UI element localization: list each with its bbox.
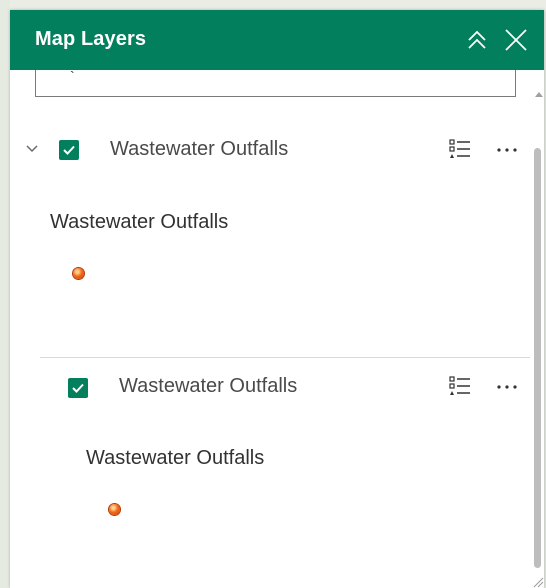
expand-layer-toggle[interactable] xyxy=(24,140,40,156)
resize-handle[interactable] xyxy=(530,574,544,588)
vertical-scrollbar[interactable] xyxy=(532,70,544,588)
more-horizontal-icon xyxy=(497,385,517,389)
layer-search-input[interactable]: ` xyxy=(35,70,516,97)
legend-label: Wastewater Outfalls xyxy=(50,211,229,233)
layer-row[interactable]: Wastewater Outfalls xyxy=(10,128,530,168)
resize-grip-icon xyxy=(533,577,544,588)
legend-label: Wastewater Outfalls xyxy=(86,447,265,469)
layer-row[interactable]: Wastewater Outfalls xyxy=(10,365,530,405)
close-icon xyxy=(505,29,527,51)
collapse-panel-button[interactable] xyxy=(463,26,491,54)
more-horizontal-icon xyxy=(497,148,517,152)
legend-list-icon xyxy=(449,139,470,158)
scrollbar-thumb[interactable] xyxy=(534,148,541,568)
map-layers-panel: Map Layers ` Wastewater Outfalls Wastewa… xyxy=(10,10,544,588)
show-legend-button[interactable] xyxy=(447,373,473,399)
chevron-down-icon xyxy=(26,145,38,153)
layer-more-options-button[interactable] xyxy=(494,373,520,399)
layer-title: Wastewater Outfalls xyxy=(119,375,298,397)
double-chevron-up-icon xyxy=(468,30,486,49)
search-input-value: ` xyxy=(70,70,75,84)
panel-title: Map Layers xyxy=(35,28,147,50)
layer-visibility-checkbox[interactable] xyxy=(59,140,79,160)
layer-more-options-button[interactable] xyxy=(494,136,520,162)
show-legend-button[interactable] xyxy=(447,136,473,162)
panel-header: Map Layers xyxy=(10,10,544,70)
layer-title: Wastewater Outfalls xyxy=(110,138,289,160)
layer-divider xyxy=(40,357,530,358)
layer-list: ` Wastewater Outfalls Wastewater Outfall… xyxy=(10,70,544,588)
layer-visibility-checkbox[interactable] xyxy=(68,378,88,398)
close-panel-button[interactable] xyxy=(502,26,530,54)
legend-list-icon xyxy=(449,376,470,395)
checkmark-icon xyxy=(72,383,84,393)
legend-point-symbol xyxy=(73,268,84,279)
legend-point-symbol xyxy=(109,504,120,515)
scroll-up-arrow[interactable] xyxy=(535,92,543,97)
checkmark-icon xyxy=(63,145,75,155)
